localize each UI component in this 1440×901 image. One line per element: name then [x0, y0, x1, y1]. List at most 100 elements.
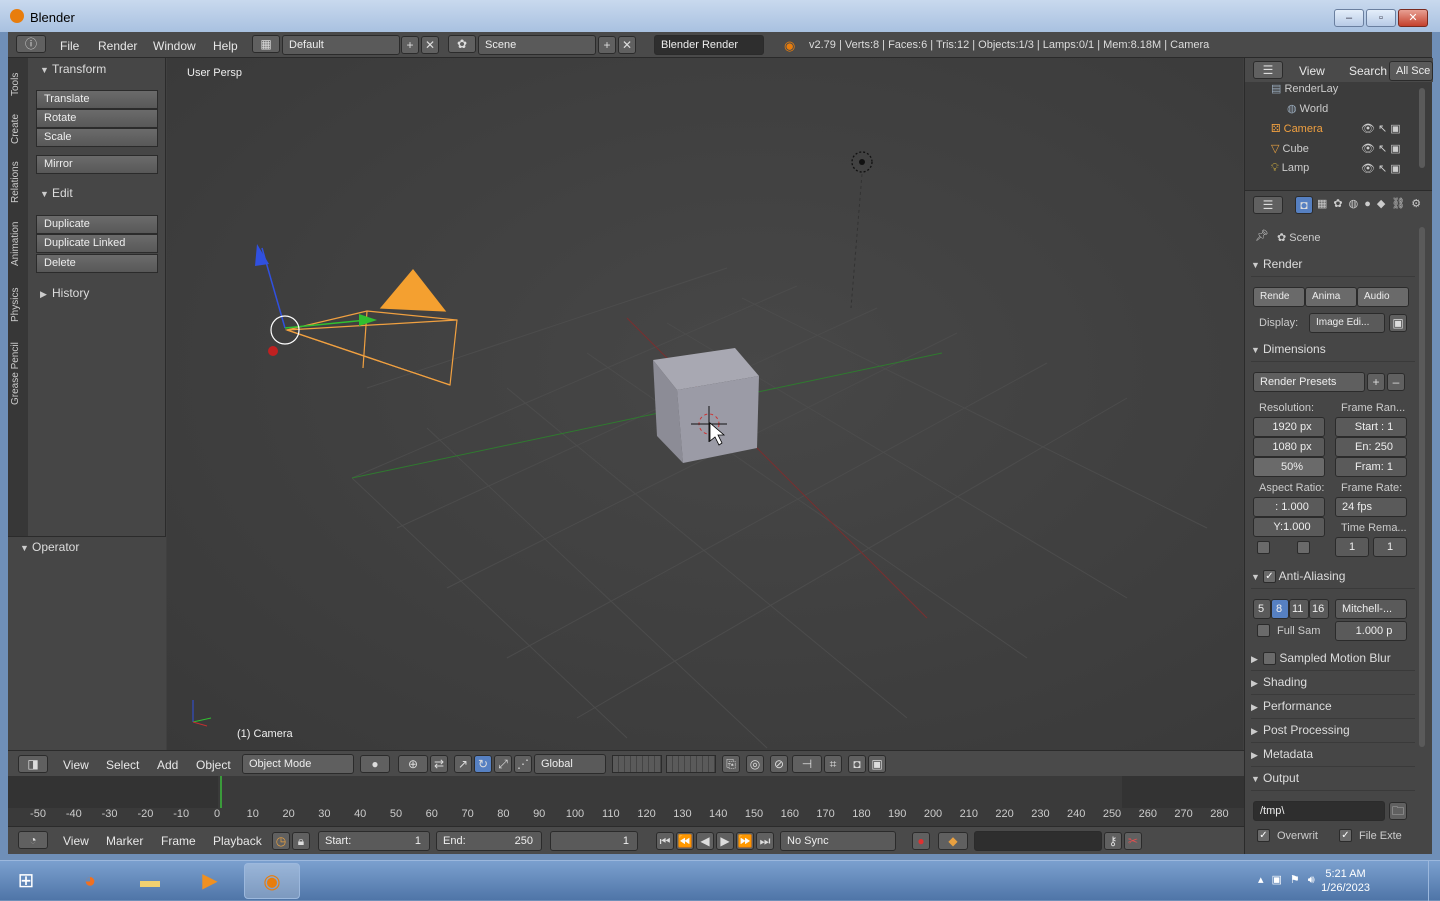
- anti-aliasing-checkbox[interactable]: ✓: [1263, 570, 1276, 584]
- editor-type-properties-button[interactable]: ☰: [1253, 196, 1283, 214]
- translate-manipulator-icon[interactable]: ↗: [454, 755, 472, 773]
- pivot-point-icon[interactable]: ⊕: [398, 755, 428, 773]
- outliner-filter-select[interactable]: All Sce: [1389, 61, 1433, 81]
- pin-icon[interactable]: 📌︎: [1255, 229, 1269, 242]
- remap-new-field[interactable]: 1: [1373, 537, 1407, 557]
- frame-end-field[interactable]: En: 250: [1335, 437, 1407, 457]
- render-tab-icon[interactable]: ◘: [1295, 196, 1313, 214]
- menu-marker[interactable]: Marker: [106, 834, 143, 848]
- keying-icon[interactable]: ◆: [938, 832, 968, 850]
- tab-create[interactable]: Create: [10, 108, 26, 150]
- duplicate-linked-button[interactable]: Duplicate Linked: [36, 234, 158, 253]
- proportional-edit-icon[interactable]: ◎: [746, 755, 764, 773]
- minimize-button[interactable]: –: [1334, 9, 1364, 27]
- shading-panel-header[interactable]: ▶ Shading: [1251, 675, 1415, 695]
- metadata-panel-header[interactable]: ▶ Metadata: [1251, 747, 1415, 767]
- timeline-area[interactable]: -50 -40 -30 -20 -10 0 10 20 30 40 50 60 70 80 90 100 110…: [8, 776, 1244, 826]
- viewport-shading-icon[interactable]: ●: [360, 755, 390, 773]
- browse-folder-icon[interactable]: 🗀︎: [1389, 802, 1407, 820]
- operator-panel-header[interactable]: ▼ Operator: [20, 540, 79, 554]
- menu-select[interactable]: Select: [106, 758, 139, 772]
- editor-type-3d-button[interactable]: ◨: [18, 755, 48, 773]
- filter-size-field[interactable]: 1.000 p: [1335, 621, 1407, 641]
- layout-icon[interactable]: ▦: [252, 35, 280, 53]
- start-button-icon[interactable]: ⊞: [2, 863, 50, 899]
- outliner-item-renderlayers[interactable]: ▤ RenderLay: [1271, 82, 1338, 95]
- y-gizmo-arrow-icon[interactable]: [359, 314, 377, 326]
- jump-end-icon[interactable]: ⏭: [756, 832, 774, 850]
- aa-samples-8[interactable]: 8: [1271, 599, 1289, 619]
- outliner-item-cube[interactable]: ▽ Cube: [1271, 142, 1309, 155]
- file-explorer-icon[interactable]: ▬: [122, 863, 178, 899]
- render-image-button[interactable]: Rende: [1253, 287, 1305, 307]
- add-layout-icon[interactable]: +: [401, 36, 419, 54]
- menu-add[interactable]: Add: [157, 758, 178, 772]
- editor-type-timeline-button[interactable]: ◔: [18, 831, 48, 849]
- render-panel-header[interactable]: ▼ Render: [1251, 257, 1415, 277]
- motion-blur-checkbox[interactable]: [1263, 652, 1276, 666]
- layers-grid-1[interactable]: [612, 755, 662, 773]
- lock-range-icon[interactable]: 🔒︎: [292, 832, 310, 850]
- history-panel-header[interactable]: ▶ History: [40, 286, 89, 300]
- show-desktop-button[interactable]: [1428, 861, 1440, 901]
- clock[interactable]: 5:21 AM 1/26/2023: [1321, 867, 1370, 895]
- render-animation-button[interactable]: Anima: [1305, 287, 1357, 307]
- current-frame-marker[interactable]: [220, 776, 222, 808]
- resolution-x-field[interactable]: 1920 px: [1253, 417, 1325, 437]
- render-still-icon[interactable]: ◘: [848, 755, 866, 773]
- output-panel-header[interactable]: ▼ Output: [1251, 771, 1415, 791]
- output-path-field[interactable]: /tmp\: [1253, 801, 1385, 821]
- outliner-menu-view[interactable]: View: [1299, 64, 1325, 78]
- anti-aliasing-panel-header[interactable]: ▼ ✓ Anti-Aliasing: [1251, 569, 1415, 589]
- visibility-eye-icon[interactable]: 👁︎ ↖ ▣: [1361, 122, 1401, 135]
- frame-rate-select[interactable]: 24 fps: [1335, 497, 1407, 517]
- transform-orientation-select[interactable]: Global: [534, 754, 606, 774]
- snap-element-icon[interactable]: ⊣: [792, 755, 822, 773]
- camera-object[interactable]: [284, 269, 458, 386]
- dimensions-panel-header[interactable]: ▼ Dimensions: [1251, 342, 1415, 362]
- mode-select[interactable]: Object Mode: [242, 754, 354, 774]
- jump-start-icon[interactable]: ⏮: [656, 832, 674, 850]
- tab-relations[interactable]: Relations: [10, 154, 26, 210]
- outliner-item-world[interactable]: ◍ World: [1287, 102, 1328, 115]
- add-scene-icon[interactable]: +: [598, 36, 616, 54]
- 3d-viewport[interactable]: User Persp (1) Camera: [167, 58, 1243, 750]
- properties-scrollbar[interactable]: [1419, 227, 1425, 747]
- menu-file[interactable]: File: [60, 39, 79, 53]
- menu-render[interactable]: Render: [98, 39, 137, 53]
- aa-samples-11[interactable]: 11: [1289, 599, 1309, 619]
- editor-type-outliner-button[interactable]: ☰: [1253, 61, 1283, 79]
- firefox-icon[interactable]: ◕: [62, 863, 118, 899]
- manipulator-extra-icon[interactable]: ⋰: [514, 755, 532, 773]
- resolution-percentage-slider[interactable]: 50%: [1253, 457, 1325, 477]
- outliner-scrollbar[interactable]: [1419, 88, 1425, 168]
- maximize-button[interactable]: ▫: [1366, 9, 1396, 27]
- manipulator-toggle-icon[interactable]: ⇄: [430, 755, 448, 773]
- menu-view[interactable]: View: [63, 758, 89, 772]
- post-processing-panel-header[interactable]: ▶ Post Processing: [1251, 723, 1415, 743]
- end-frame-field[interactable]: End: 250: [436, 831, 542, 851]
- x-gizmo-handle-icon[interactable]: [268, 346, 278, 356]
- scale-button[interactable]: Scale: [36, 128, 158, 147]
- menu-window[interactable]: Window: [153, 39, 196, 53]
- tab-physics[interactable]: Physics: [10, 280, 26, 330]
- duplicate-button[interactable]: Duplicate: [36, 215, 158, 234]
- performance-panel-header[interactable]: ▶ Performance: [1251, 699, 1415, 719]
- scene-icon[interactable]: ✿: [448, 35, 476, 53]
- outliner-item-lamp[interactable]: 💡︎ Lamp: [1271, 162, 1309, 175]
- mirror-button[interactable]: Mirror: [36, 155, 158, 174]
- play-icon[interactable]: ▶: [716, 832, 734, 850]
- remove-preset-icon[interactable]: –: [1387, 373, 1405, 391]
- display-select[interactable]: Image Edi...: [1309, 313, 1385, 333]
- menu-timeline-view[interactable]: View: [63, 834, 89, 848]
- keying-set-field[interactable]: [974, 831, 1102, 851]
- aspect-y-field[interactable]: Y:1.000: [1253, 517, 1325, 537]
- record-icon[interactable]: ●: [912, 832, 930, 850]
- full-sample-checkbox[interactable]: [1257, 624, 1270, 637]
- snap-toggle-icon[interactable]: ⊘: [770, 755, 788, 773]
- render-anim-icon[interactable]: ▣: [868, 755, 886, 773]
- tab-animation[interactable]: Animation: [10, 214, 26, 274]
- snap-target-icon[interactable]: ⌗: [824, 755, 842, 773]
- sync-mode-select[interactable]: No Sync: [780, 831, 896, 851]
- transform-panel-header[interactable]: ▼ Transform: [40, 62, 106, 76]
